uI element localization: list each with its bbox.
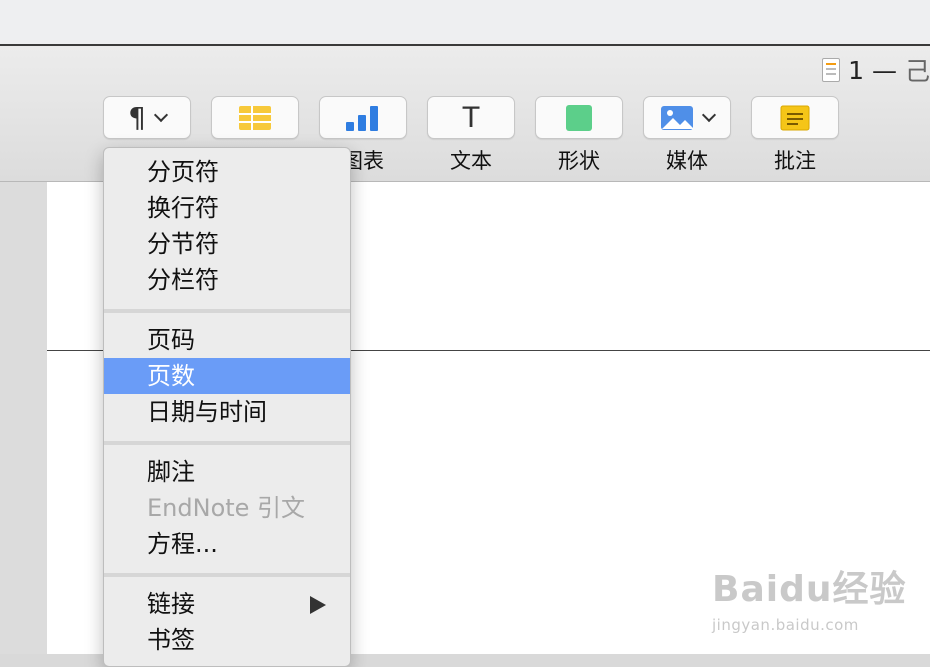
canvas-margin xyxy=(0,182,47,654)
table-button[interactable] xyxy=(211,96,299,139)
menu-item-date-time[interactable]: 日期与时间 xyxy=(104,394,350,430)
menu-item-endnote-citation: EndNote 引文 xyxy=(147,494,306,522)
chevron-down-icon xyxy=(701,107,717,122)
watermark-sub: jingyan.baidu.com xyxy=(712,616,859,634)
menu-item-column-break[interactable]: 分栏符 xyxy=(104,262,350,298)
menu-item-page-number[interactable]: 页码 xyxy=(104,322,350,358)
submenu-arrow-icon xyxy=(310,596,326,614)
media-icon xyxy=(661,105,693,130)
menu-item-line-break[interactable]: 换行符 xyxy=(104,190,350,226)
text-icon: T xyxy=(461,100,481,134)
menu-separator xyxy=(104,573,350,577)
insert-menu: 分页符 换行符 分节符 分栏符 页码 页数 日期与时间 脚注 EndNote 引… xyxy=(103,147,351,667)
watermark-main: Baidu经验 xyxy=(712,569,907,610)
menu-item-page-count[interactable]: 页数 xyxy=(104,358,350,394)
menu-item-bookmark[interactable]: 书签 xyxy=(104,622,350,658)
media-label: 媒体 xyxy=(666,149,708,173)
document-icon xyxy=(822,58,841,82)
chart-icon xyxy=(346,105,378,131)
shape-button[interactable] xyxy=(535,96,623,139)
menu-item-link-label: 链接 xyxy=(147,590,195,618)
menu-item-section-break[interactable]: 分节符 xyxy=(104,226,350,262)
document-title: 1 — 己 xyxy=(822,55,930,86)
window-top-strip xyxy=(0,0,930,45)
text-button[interactable]: T xyxy=(427,96,515,139)
menu-item-link[interactable]: 链接 xyxy=(104,586,350,622)
comment-label: 批注 xyxy=(774,149,816,173)
chevron-down-icon xyxy=(153,107,168,122)
table-icon xyxy=(239,105,271,130)
shape-icon xyxy=(566,104,592,131)
shape-label: 形状 xyxy=(558,149,600,173)
paragraph-icon: ¶ xyxy=(128,101,146,134)
comment-button[interactable] xyxy=(751,96,839,139)
menu-item-footnote[interactable]: 脚注 xyxy=(104,454,350,490)
comment-icon xyxy=(780,105,810,130)
chart-button[interactable] xyxy=(319,96,407,139)
menu-item-page-break[interactable]: 分页符 xyxy=(104,154,350,190)
watermark: Baidu经验 jingyan.baidu.com xyxy=(712,560,906,634)
media-button[interactable] xyxy=(643,96,731,139)
menu-separator xyxy=(104,441,350,445)
document-title-text: 1 — xyxy=(848,55,897,85)
menu-item-equation[interactable]: 方程... xyxy=(104,526,350,562)
menu-separator xyxy=(104,309,350,313)
text-label: 文本 xyxy=(450,149,492,173)
document-title-trailing: 己 xyxy=(904,57,930,86)
insert-button[interactable]: ¶ xyxy=(103,96,191,139)
